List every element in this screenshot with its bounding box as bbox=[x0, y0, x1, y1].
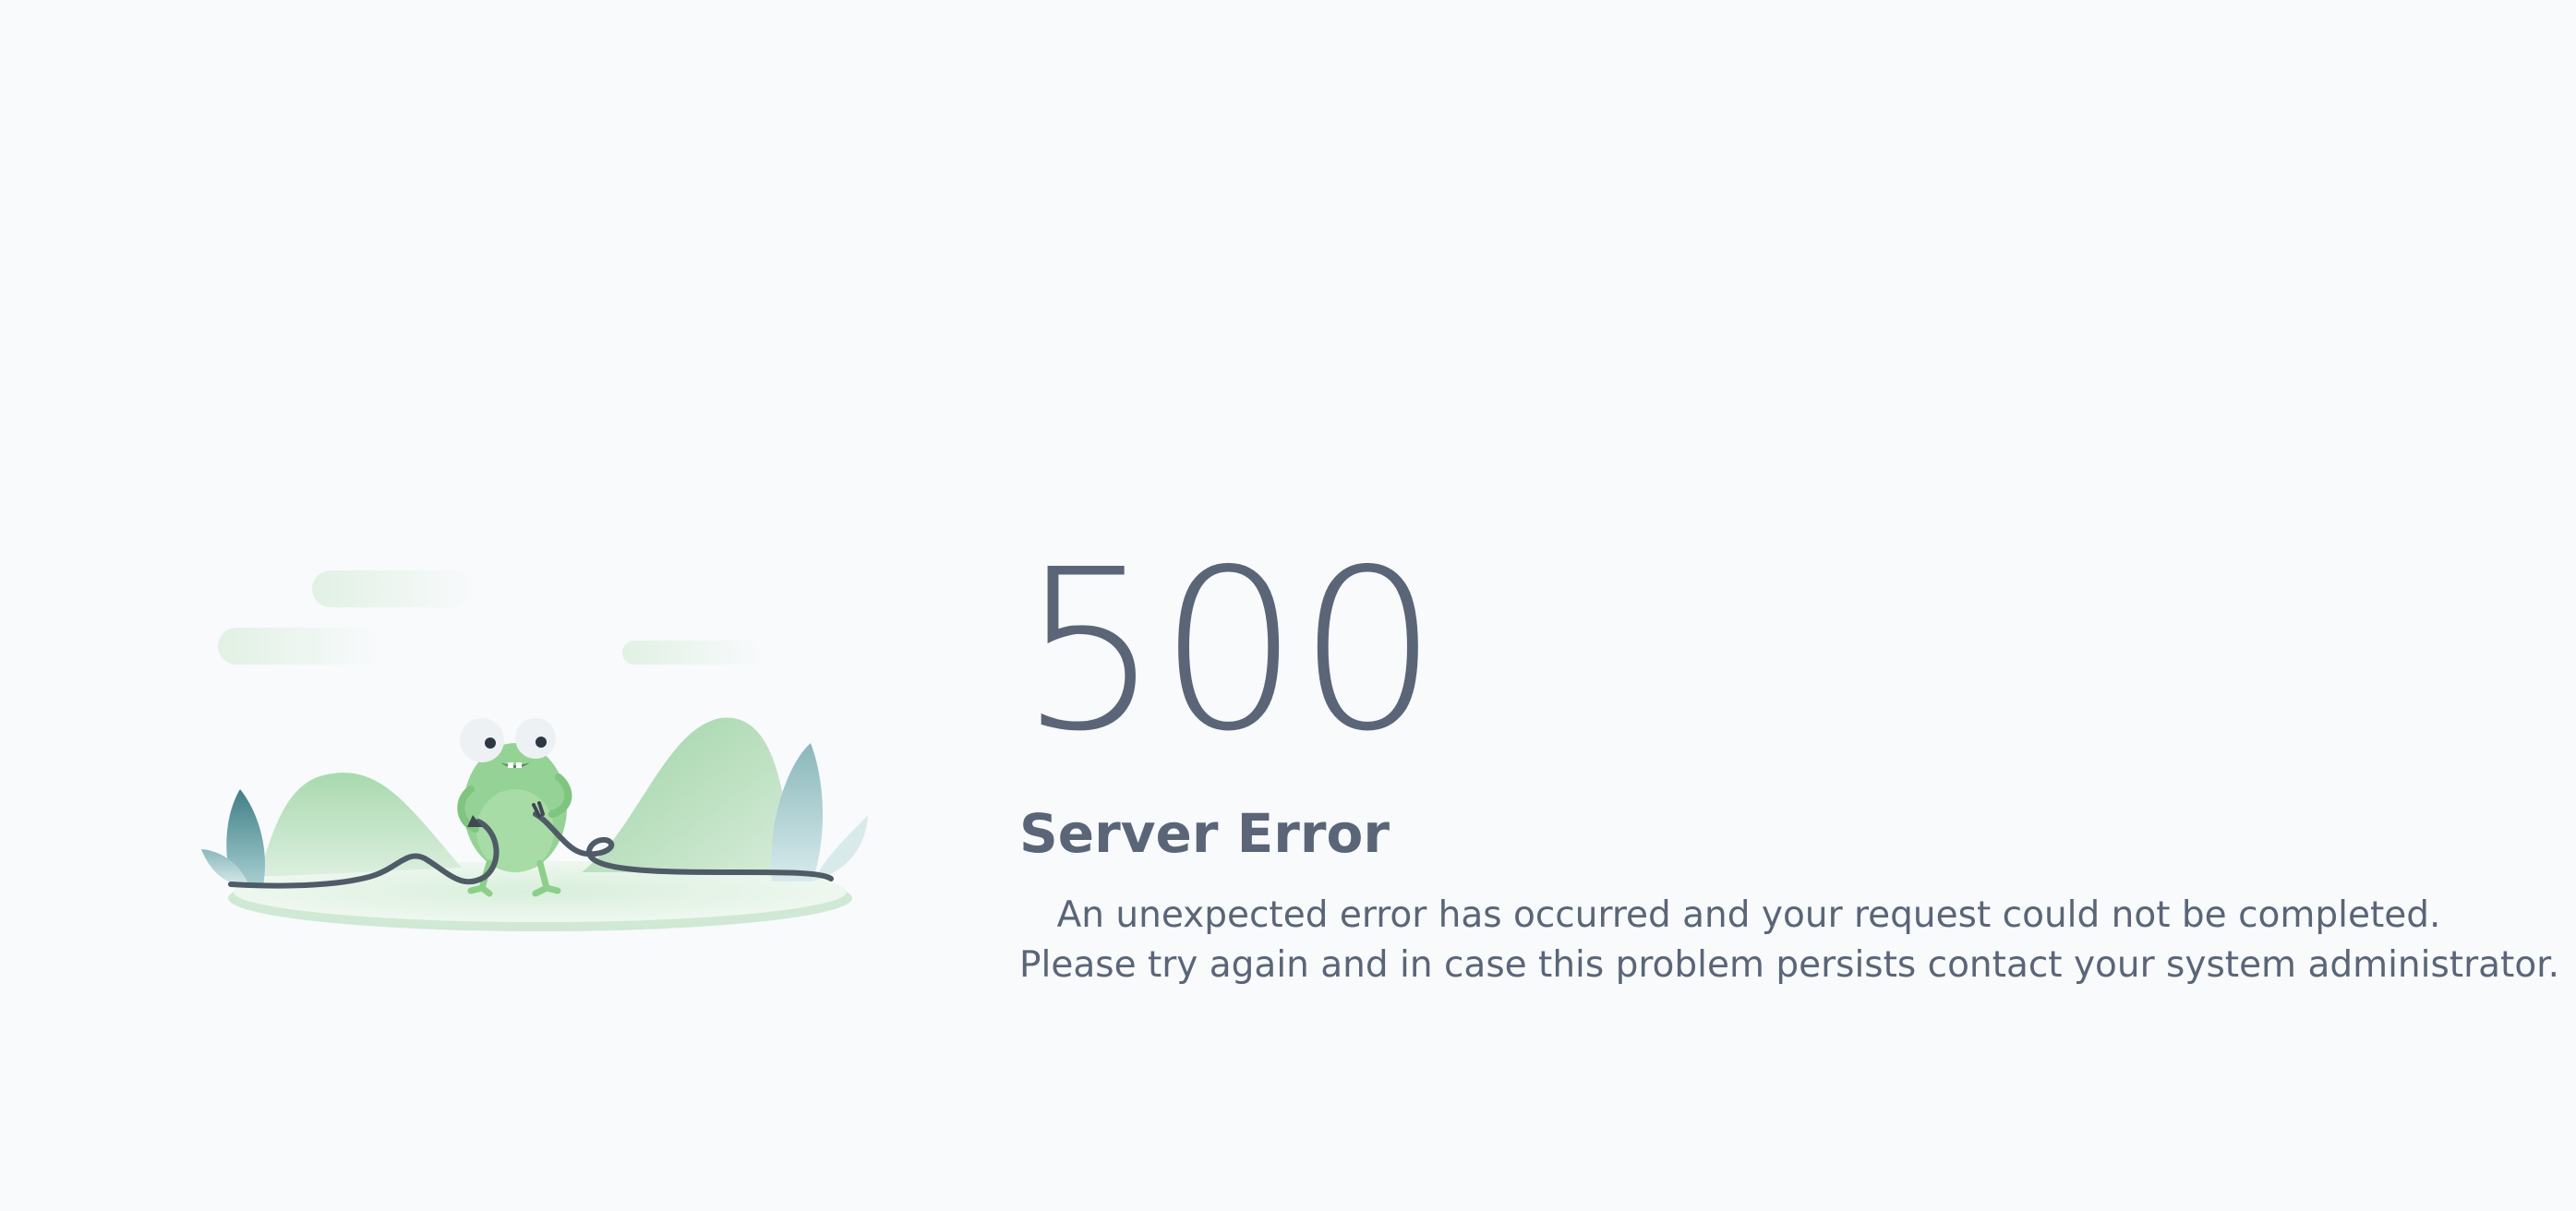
error-title: Server Error bbox=[1019, 802, 1390, 865]
error-code: 500 bbox=[1019, 522, 1438, 780]
leaf-shape bbox=[770, 743, 824, 881]
error-message-line: An unexpected error has occurred and you… bbox=[1056, 894, 2441, 936]
error-message-line: Please try again and in case this proble… bbox=[1019, 944, 2560, 986]
frog-unplugged-illustration bbox=[201, 570, 868, 931]
cloud-shape bbox=[622, 641, 761, 665]
error-message: An unexpected error has occurred and you… bbox=[1019, 891, 2560, 990]
hill-shape bbox=[582, 717, 794, 872]
error-page: 500 Server Error An unexpected error has… bbox=[0, 0, 2576, 1211]
cloud-shape bbox=[218, 628, 379, 665]
cloud-shape bbox=[312, 570, 474, 607]
